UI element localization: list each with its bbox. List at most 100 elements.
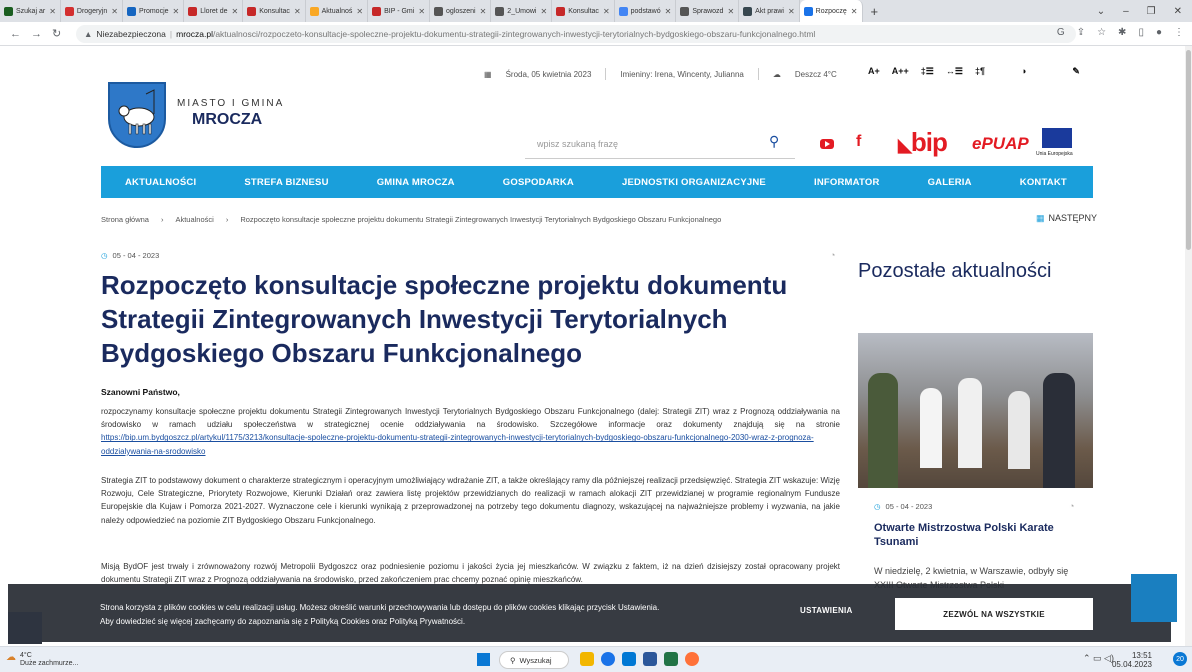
extensions-icon[interactable]: ✱ — [1118, 27, 1126, 38]
rss-icon[interactable]: ◔ — [830, 250, 835, 260]
tab-close-icon[interactable]: ✕ — [540, 7, 547, 16]
tab-close-icon[interactable]: ✕ — [294, 7, 301, 16]
menu-jednostki[interactable]: JEDNOSTKI ORGANIZACYJNE — [622, 177, 766, 188]
tab-search-icon[interactable]: ⌄ — [1097, 6, 1105, 17]
minimize-button[interactable]: – — [1123, 6, 1129, 17]
menu-galeria[interactable]: GALERIA — [928, 177, 972, 188]
forward-icon[interactable]: → — [31, 28, 42, 40]
browser-tab[interactable]: Szukaj ar ✕ — [0, 0, 61, 22]
facebook-icon[interactable]: f — [856, 133, 861, 151]
restore-button[interactable]: ❐ — [1147, 6, 1156, 17]
letter-spacing-button[interactable]: ↔☰ — [946, 66, 963, 77]
tab-close-icon[interactable]: ✕ — [727, 7, 734, 16]
notification-badge[interactable]: 20 — [1173, 652, 1187, 666]
browser-tab[interactable]: podstawó ✕ — [615, 0, 677, 22]
menu-informator[interactable]: INFORMATOR — [814, 177, 880, 188]
outlook-icon[interactable] — [622, 652, 636, 666]
news-photo[interactable] — [858, 333, 1093, 488]
back-icon[interactable]: ← — [10, 28, 21, 40]
article-title: Rozpoczęto konsultacje społeczne projekt… — [101, 270, 788, 369]
tab-close-icon[interactable]: ✕ — [418, 7, 425, 16]
cookie-accept-all-button[interactable]: ZEZWÓL NA WSZYSTKIE — [895, 598, 1093, 630]
tab-label: Aktualnoś — [321, 7, 353, 15]
site-search-input[interactable]: wpisz szukaną frazę — [525, 129, 795, 159]
browser-tab[interactable]: 2_Umowi ✕ — [491, 0, 553, 22]
line-height-button[interactable]: ‡☰ — [921, 66, 934, 77]
menu-aktualnosci[interactable]: AKTUALNOŚCI — [125, 177, 196, 188]
coat-of-arms-logo[interactable] — [108, 82, 166, 148]
breadcrumb-home[interactable]: Strona główna — [101, 215, 149, 224]
search-icon[interactable]: ⚲ — [769, 133, 779, 150]
menu-kontakt[interactable]: KONTAKT — [1020, 177, 1067, 188]
tab-close-icon[interactable]: ✕ — [356, 7, 363, 16]
tab-close-icon[interactable]: ✕ — [49, 7, 56, 16]
tab-close-icon[interactable]: ✕ — [111, 7, 118, 16]
taskbar-search[interactable]: ⚲ Wyszukaj — [499, 651, 569, 669]
brush-icon[interactable]: ✎ — [1072, 66, 1080, 77]
word-icon[interactable] — [643, 652, 657, 666]
epuap-logo[interactable]: ePUAP — [972, 134, 1029, 154]
close-window-button[interactable]: ✕ — [1174, 6, 1182, 17]
browser-tab[interactable]: Akt prawi ✕ — [739, 0, 800, 22]
breadcrumb-sep: › — [160, 215, 164, 224]
bip-article-link[interactable]: https://bip.um.bydgoszcz.pl/artykul/1175… — [101, 433, 814, 455]
sidepanel-icon[interactable]: ▯ — [1138, 27, 1144, 38]
google-icon[interactable]: G — [1057, 27, 1065, 38]
browser-tab[interactable]: Aktualnoś ✕ — [306, 0, 369, 22]
tab-close-icon[interactable]: ✕ — [173, 7, 180, 16]
warning-icon[interactable]: ▲ — [84, 29, 92, 39]
menu-strefa-biznesu[interactable]: STREFA BIZNESU — [244, 177, 328, 188]
excel-icon[interactable] — [664, 652, 678, 666]
browser-tab[interactable]: Drogeryjn ✕ — [61, 0, 123, 22]
taskbar-weather[interactable]: 4°C Duże zachmurze... — [20, 652, 78, 668]
browser-tab[interactable]: BIP - Gmi ✕ — [368, 0, 431, 22]
browser-tab[interactable]: Konsultac ✕ — [552, 0, 615, 22]
paragraph-button[interactable]: ‡¶ — [975, 66, 985, 77]
menu-gmina-mrocza[interactable]: GMINA MROCZA — [377, 177, 455, 188]
browser-tab[interactable]: Lloret de ✕ — [184, 0, 244, 22]
browser-tab[interactable]: Promocje ✕ — [123, 0, 185, 22]
clock-icon: ◷ — [874, 502, 881, 511]
browser-tab[interactable]: Sprawozd ✕ — [676, 0, 740, 22]
chrome-icon[interactable] — [601, 652, 615, 666]
tab-close-icon[interactable]: ✕ — [231, 7, 238, 16]
clock[interactable]: 13:51 05.04.2023 — [1112, 651, 1152, 669]
taskbar-weather-desc: Duże zachmurze... — [20, 660, 79, 667]
font-larger-button[interactable]: A+ — [868, 66, 880, 77]
breadcrumb-news[interactable]: Aktualności — [175, 215, 213, 224]
menu-gospodarka[interactable]: GOSPODARKA — [503, 177, 574, 188]
taskbar-temp: 4°C — [20, 652, 32, 659]
font-largest-button[interactable]: A++ — [892, 66, 909, 77]
tab-close-icon[interactable]: ✕ — [480, 7, 487, 16]
eu-flag-icon[interactable] — [1042, 128, 1072, 148]
youtube-icon[interactable] — [820, 139, 834, 149]
tab-close-icon[interactable]: ✕ — [851, 7, 858, 16]
collapse-icon[interactable] — [8, 612, 42, 644]
scroll-to-top-button[interactable] — [1131, 574, 1177, 622]
contrast-icon[interactable]: ◑ — [1021, 66, 1026, 77]
menu-dots-icon[interactable]: ⋮ — [1174, 27, 1184, 38]
tab-close-icon[interactable]: ✕ — [603, 7, 610, 16]
bookmark-star-icon[interactable]: ☆ — [1097, 27, 1106, 38]
rss-icon[interactable]: ◔ — [1069, 501, 1074, 511]
scrollbar[interactable] — [1185, 46, 1192, 646]
tab-close-icon[interactable]: ✕ — [665, 7, 672, 16]
accessibility-tools: A+ A++ ‡☰ ↔☰ ‡¶ ◑ ✎ — [868, 66, 1080, 77]
tray-icons[interactable]: ⌃ ▭ ◁) — [1083, 653, 1114, 664]
next-article-link[interactable]: ▦ NASTĘPNY — [1036, 213, 1097, 224]
browser-tab[interactable]: ogloszeni ✕ — [430, 0, 492, 22]
new-tab-button[interactable]: + — [863, 4, 887, 19]
start-icon[interactable] — [477, 653, 490, 666]
reload-icon[interactable]: ↻ — [52, 27, 61, 40]
share-icon[interactable]: ⇪ — [1077, 27, 1085, 38]
sidebar-news-title[interactable]: Otwarte Mistrzostwa Polski Karate Tsunam… — [874, 521, 1084, 550]
firefox-icon[interactable] — [685, 652, 699, 666]
tab-close-icon[interactable]: ✕ — [788, 7, 795, 16]
bip-logo[interactable]: ◣bip — [898, 127, 948, 158]
file-explorer-icon[interactable] — [580, 652, 594, 666]
cookie-settings-button[interactable]: USTAWIENIA — [800, 606, 853, 615]
url-field[interactable]: ▲ Niezabezpieczona | mrocza.pl /aktualno… — [76, 25, 1076, 43]
browser-tab[interactable]: Rozpoczę ✕ — [799, 0, 863, 22]
profile-icon[interactable]: ● — [1156, 27, 1162, 38]
browser-tab[interactable]: Konsultac ✕ — [243, 0, 306, 22]
